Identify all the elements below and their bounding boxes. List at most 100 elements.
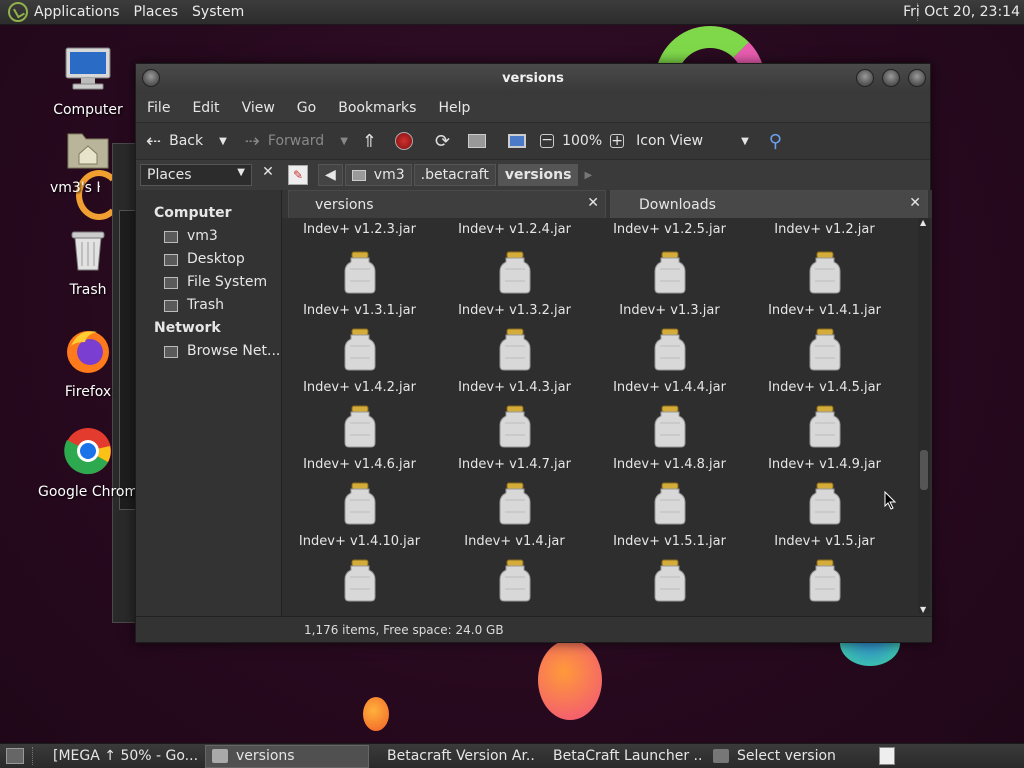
task-mega[interactable]: [MEGA ↑ 50% - Go...	[39, 745, 201, 768]
task-betacraft-archive[interactable]: Betacraft Version Ar...	[373, 745, 535, 768]
breadcrumb-forward-arrow[interactable]: ▶	[584, 170, 592, 181]
task-betacraft-launcher[interactable]: BetaCraft Launcher ...	[539, 745, 703, 768]
sidebar-item-desktop[interactable]: Desktop	[136, 248, 281, 271]
file-item[interactable]: Indev+ v1.5.1.jar	[592, 482, 747, 549]
file-item[interactable]: Indev+ v1.2.jar	[747, 222, 902, 237]
menu-bookmarks[interactable]: Bookmarks	[327, 100, 427, 116]
show-desktop-icon[interactable]	[6, 748, 24, 764]
places-dropdown[interactable]: Places ▼	[140, 164, 252, 186]
home-icon[interactable]	[468, 134, 487, 148]
file-item[interactable]: Indev+ v1.4.8.jar	[592, 405, 747, 472]
menu-applications[interactable]: Applications	[34, 4, 120, 20]
menu-go[interactable]: Go	[286, 100, 327, 116]
zoom-in-icon[interactable]: +	[610, 134, 625, 148]
vertical-scrollbar[interactable]: ▲ ▼	[918, 218, 930, 614]
file-item[interactable]	[747, 559, 902, 603]
file-item[interactable]	[437, 559, 592, 603]
menu-places[interactable]: Places	[134, 4, 179, 20]
clock[interactable]: Fri Oct 20, 23:14	[903, 4, 1020, 20]
file-name: Indev+ v1.4.3.jar	[458, 380, 571, 395]
menu-view[interactable]: View	[231, 100, 286, 116]
tab-downloads[interactable]: Downloads ✕	[610, 190, 928, 218]
breadcrumb-vm3[interactable]: vm3	[344, 164, 412, 186]
close-icon[interactable]: ✕	[909, 195, 921, 211]
task-select-version[interactable]: Select version	[707, 745, 857, 768]
forward-history-dropdown-icon[interactable]: ▼	[340, 136, 348, 147]
file-item[interactable]: Indev+ v1.4.2.jar	[282, 328, 437, 395]
file-item[interactable]: Indev+ v1.4.9.jar	[747, 405, 902, 472]
file-item[interactable]	[282, 559, 437, 603]
jar-file-icon	[654, 559, 685, 602]
window-menu-button[interactable]	[142, 69, 160, 87]
task-versions[interactable]: versions	[205, 744, 369, 768]
file-item[interactable]: Indev+ v1.2.5.jar	[592, 222, 747, 237]
menu-help[interactable]: Help	[427, 100, 481, 116]
tab-versions[interactable]: versions ✕	[288, 190, 606, 218]
forward-arrow-icon: ⇢	[244, 130, 260, 152]
sidebar-item-trash[interactable]: Trash	[136, 294, 281, 317]
file-name: Indev+ v1.4.6.jar	[303, 457, 416, 472]
desktop-icon-label: Trash	[69, 282, 107, 298]
edit-location-icon[interactable]: ✎	[288, 165, 308, 185]
breadcrumb-betacraft[interactable]: .betacraft	[413, 164, 496, 186]
file-item[interactable]: Indev+ v1.3.1.jar	[282, 251, 437, 318]
window-titlebar[interactable]: versions	[136, 64, 930, 94]
minimize-button[interactable]	[856, 69, 874, 87]
file-item[interactable]	[592, 559, 747, 603]
sidebar-item-file-system[interactable]: File System	[136, 271, 281, 294]
back-history-dropdown-icon[interactable]: ▼	[219, 136, 227, 147]
close-icon[interactable]: ✕	[587, 195, 599, 211]
file-item[interactable]: Indev+ v1.2.3.jar	[282, 222, 437, 237]
maximize-button[interactable]	[882, 69, 900, 87]
menu-edit[interactable]: Edit	[181, 100, 230, 116]
file-item[interactable]: Indev+ v1.4.6.jar	[282, 405, 437, 472]
desktop-icon-trash[interactable]: Trash	[38, 228, 138, 298]
window-body: Computer vm3 Desktop File System Trash N…	[136, 190, 932, 618]
stop-icon[interactable]	[395, 132, 413, 150]
breadcrumb-versions[interactable]: versions	[497, 164, 579, 186]
file-item[interactable]: Indev+ v1.4.4.jar	[592, 328, 747, 395]
file-item[interactable]: Indev+ v1.3.jar	[592, 251, 747, 318]
view-mode-select[interactable]: Icon View ▼	[636, 133, 749, 149]
scroll-down-icon[interactable]: ▼	[920, 605, 926, 614]
desktop-icon-chrome[interactable]: Google Chrome	[38, 426, 138, 500]
file-item[interactable]: Indev+ v1.5.jar	[747, 482, 902, 549]
file-item[interactable]: Indev+ v1.4.3.jar	[437, 328, 592, 395]
sidebar-item-vm3[interactable]: vm3	[136, 225, 281, 248]
breadcrumb-label: vm3	[373, 167, 405, 183]
file-manager-window[interactable]: versions File Edit View Go Bookmarks Hel…	[135, 63, 932, 643]
back-label: Back	[169, 133, 204, 149]
jar-file-icon	[809, 328, 840, 371]
trash-icon	[164, 299, 178, 312]
forward-button[interactable]: ⇢ Forward ▼	[245, 131, 348, 152]
menu-system[interactable]: System	[192, 4, 244, 20]
sidebar-item-browse-network[interactable]: Browse Net...	[136, 340, 281, 363]
close-button[interactable]	[908, 69, 926, 87]
file-item[interactable]: Indev+ v1.2.4.jar	[437, 222, 592, 237]
zoom-out-icon[interactable]: −	[540, 133, 555, 148]
computer-icon[interactable]	[508, 134, 527, 148]
system-logo-icon[interactable]	[8, 2, 28, 22]
breadcrumb-back-arrow[interactable]: ◀	[318, 164, 343, 186]
file-grid[interactable]: Indev+ v1.2.3.jar Indev+ v1.2.4.jar Indev+…	[282, 218, 908, 614]
back-button[interactable]: ⇠ Back ▼	[146, 131, 227, 152]
file-item[interactable]: Indev+ v1.4.jar	[437, 482, 592, 549]
file-name: Indev+ v1.4.jar	[464, 534, 565, 549]
file-item[interactable]: Indev+ v1.4.10.jar	[282, 482, 437, 549]
desktop-icon-computer[interactable]: Computer	[38, 44, 138, 118]
scrollbar-thumb[interactable]	[920, 450, 928, 490]
file-item[interactable]: Indev+ v1.4.5.jar	[747, 328, 902, 395]
search-icon[interactable]: ⚲	[769, 131, 782, 152]
reload-icon[interactable]: ⟳	[435, 131, 450, 152]
file-item[interactable]: Indev+ v1.3.2.jar	[437, 251, 592, 318]
tab-label: Downloads	[639, 197, 716, 213]
workspace-switcher-icon[interactable]	[879, 747, 895, 765]
desktop-icon-firefox[interactable]: Firefox	[38, 326, 138, 400]
scroll-up-icon[interactable]: ▲	[920, 218, 926, 227]
desktop-icon-home[interactable]: vm3's Home	[38, 126, 138, 196]
up-arrow-icon[interactable]: ⇑	[362, 131, 377, 152]
file-item[interactable]: Indev+ v1.4.7.jar	[437, 405, 592, 472]
menu-file[interactable]: File	[136, 100, 181, 116]
close-sidebar-icon[interactable]: ✕	[258, 164, 278, 186]
file-item[interactable]: Indev+ v1.4.1.jar	[747, 251, 902, 318]
